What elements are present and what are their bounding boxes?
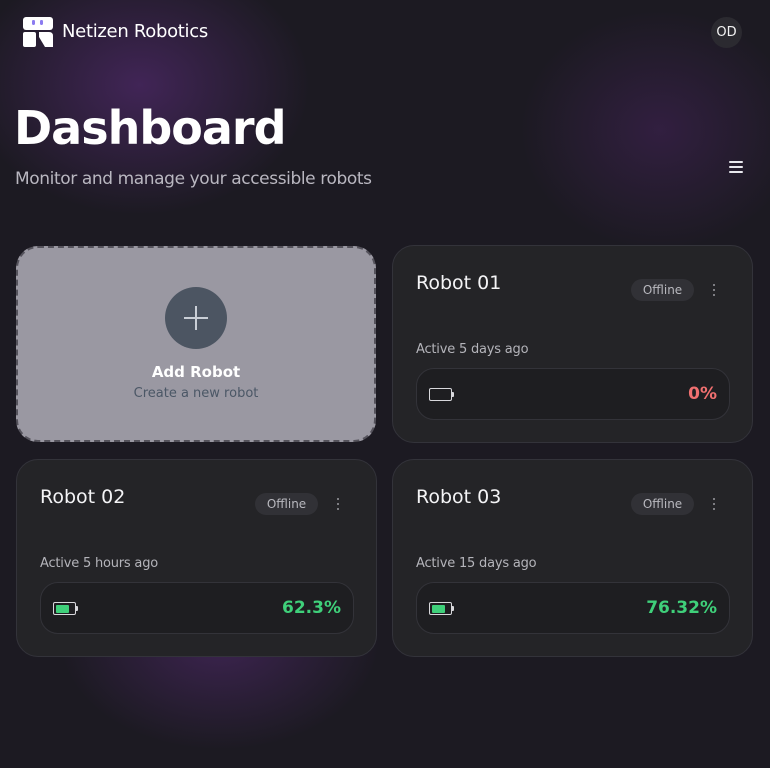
robot-name: Robot 01 [416, 272, 502, 294]
last-active-text: Active 15 days ago [416, 556, 537, 571]
battery-panel: 76.32% [416, 582, 730, 634]
robot-name: Robot 03 [416, 486, 502, 508]
top-bar: Netizen Robotics OD [0, 0, 770, 64]
status-badge: Offline [631, 279, 694, 301]
user-avatar[interactable]: OD [711, 17, 742, 48]
add-robot-subtitle: Create a new robot [133, 386, 259, 401]
more-options-icon[interactable] [706, 281, 722, 299]
page-title: Dashboard [14, 101, 287, 155]
add-robot-title: Add Robot [151, 363, 241, 381]
robot-card[interactable]: Robot 02 Offline Active 5 hours ago 62.3… [16, 459, 377, 657]
status-badge: Offline [255, 493, 318, 515]
page-subtitle: Monitor and manage your accessible robot… [15, 169, 372, 189]
robot-name: Robot 02 [40, 486, 126, 508]
status-badge: Offline [631, 493, 694, 515]
battery-percentage: 0% [688, 384, 717, 404]
plus-icon[interactable] [165, 287, 227, 349]
battery-percentage: 76.32% [646, 598, 717, 618]
battery-icon [53, 602, 79, 615]
battery-icon [429, 388, 455, 401]
battery-percentage: 62.3% [282, 598, 341, 618]
battery-panel: 62.3% [40, 582, 354, 634]
last-active-text: Active 5 days ago [416, 342, 529, 357]
more-options-icon[interactable] [330, 495, 346, 513]
brand-name: Netizen Robotics [62, 21, 208, 42]
battery-icon [429, 602, 455, 615]
last-active-text: Active 5 hours ago [40, 556, 159, 571]
netizen-robot-logo-icon[interactable] [23, 17, 53, 47]
battery-panel: 0% [416, 368, 730, 420]
hamburger-menu-icon[interactable] [724, 156, 748, 178]
robot-card[interactable]: Robot 03 Offline Active 15 days ago 76.3… [392, 459, 753, 657]
more-options-icon[interactable] [706, 495, 722, 513]
add-robot-card[interactable]: Add Robot Create a new robot [16, 246, 376, 442]
robot-card[interactable]: Robot 01 Offline Active 5 days ago 0% [392, 245, 753, 443]
